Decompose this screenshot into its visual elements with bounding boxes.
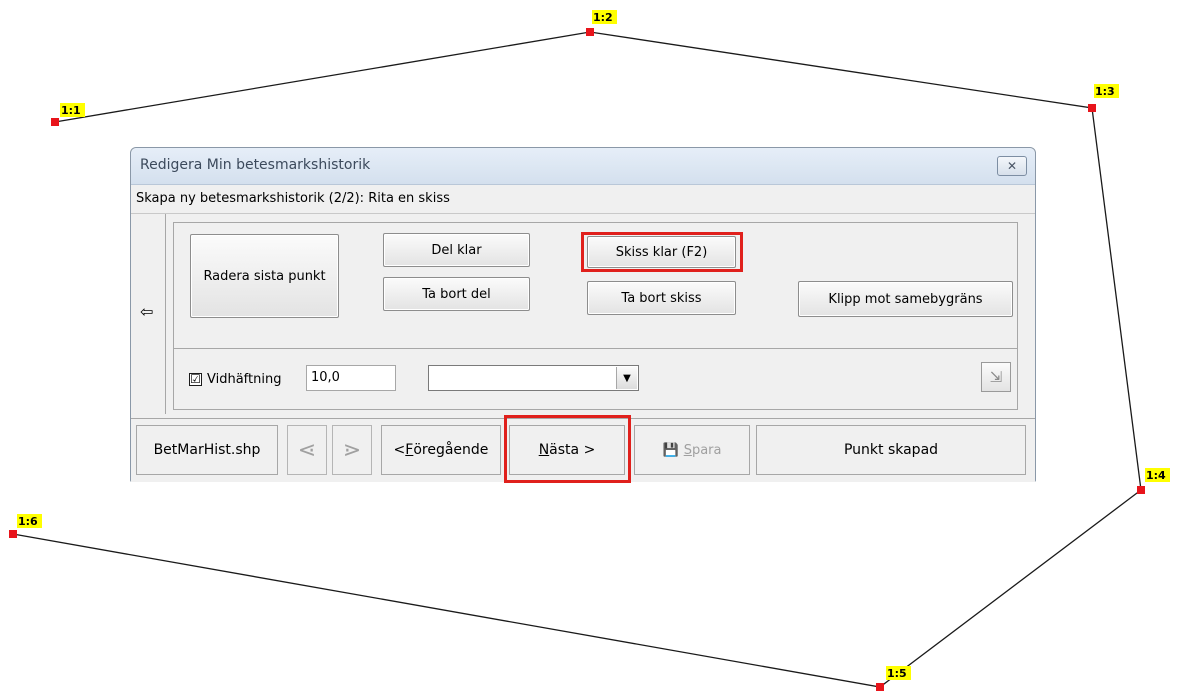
snapping-tolerance-value: 10,0 (311, 370, 340, 385)
vertex-marker[interactable] (51, 118, 59, 126)
previous-label-rest: öregående (413, 442, 489, 458)
layer-name: BetMarHist.shp (153, 442, 261, 458)
next-mnemonic: N (538, 442, 550, 458)
vertex-label: 1:1 (61, 104, 81, 117)
save-mnemonic: S (683, 442, 692, 458)
snapping-tolerance-input[interactable]: 10,0 (306, 365, 396, 391)
step-text: Skapa ny betesmarkshistorik (2/2): Rita … (136, 191, 450, 206)
vertex-label: 1:2 (593, 11, 613, 24)
previous-button[interactable]: < Föregående (381, 425, 501, 475)
save-label-rest: para (691, 442, 722, 458)
remove-sketch-label: Ta bort skiss (621, 290, 702, 306)
vertex-marker[interactable] (876, 683, 884, 691)
snapping-checkbox[interactable]: ☑ (189, 373, 202, 386)
vertex-marker[interactable] (1088, 104, 1096, 112)
check-mark: ☑ (190, 372, 201, 386)
arrow-left-icon: ⇦ (140, 302, 154, 321)
delete-last-point-button[interactable]: Radera sista punkt (190, 234, 339, 318)
step-header: Skapa ny betesmarkshistorik (2/2): Rita … (131, 185, 1035, 214)
sketch-done-label: Skiss klar (F2) (615, 244, 708, 260)
vertex-marker[interactable] (1137, 486, 1145, 494)
remove-sketch-button[interactable]: Ta bort skiss (587, 281, 736, 315)
export-icon: ⇲ (989, 368, 1003, 386)
remove-part-label: Ta bort del (422, 286, 491, 302)
close-icon: ✕ (1006, 159, 1018, 173)
vertex-marker[interactable] (586, 28, 594, 36)
title-bar: Redigera Min betesmarkshistorik ✕ (131, 148, 1035, 185)
vertex-label: 1:6 (18, 515, 38, 528)
export-button[interactable]: ⇲ (981, 362, 1011, 392)
arrow-back-icon: ⋖ (297, 437, 317, 463)
back-strip[interactable]: ⇦ (131, 214, 166, 414)
vertex-label: 1:3 (1095, 85, 1115, 98)
previous-prefix: < (393, 442, 406, 458)
dialog-title: Redigera Min betesmarkshistorik (140, 157, 371, 173)
save-button[interactable]: 💾 Spara (634, 425, 750, 475)
part-done-label: Del klar (431, 242, 482, 258)
nav-back-button[interactable]: ⋖ (287, 425, 327, 475)
layer-name-cell: BetMarHist.shp (136, 425, 278, 475)
vertex-marker[interactable] (9, 530, 17, 538)
clip-boundary-button[interactable]: Klipp mot samebygräns (798, 281, 1013, 317)
remove-part-button[interactable]: Ta bort del (383, 277, 530, 311)
footer-bar: BetMarHist.shp ⋖ ⋗ < Föregående Nästa > … (131, 415, 1035, 483)
close-button[interactable]: ✕ (997, 156, 1027, 176)
status-cell: Punkt skapad (756, 425, 1026, 475)
vertex-label: 1:5 (887, 667, 907, 680)
layer-select[interactable]: ▼ (428, 365, 639, 391)
edit-dialog: Redigera Min betesmarkshistorik ✕ Skapa … (130, 147, 1036, 483)
chevron-down-icon[interactable]: ▼ (616, 367, 637, 389)
floppy-icon: 💾 (662, 442, 679, 458)
panel-divider (173, 348, 1018, 349)
vertex-label: 1:4 (1146, 469, 1166, 482)
status-text: Punkt skapad (843, 442, 939, 458)
part-done-button[interactable]: Del klar (383, 233, 530, 267)
clip-boundary-label: Klipp mot samebygräns (828, 291, 983, 307)
next-label-rest: ästa > (549, 442, 596, 458)
next-button[interactable]: Nästa > (509, 425, 625, 475)
snapping-label: Vidhäftning (207, 372, 282, 387)
delete-last-point-label: Radera sista punkt (203, 268, 326, 284)
previous-mnemonic: F (405, 442, 414, 458)
sketch-done-button[interactable]: Skiss klar (F2) (587, 236, 736, 268)
arrow-forward-icon: ⋗ (342, 437, 362, 463)
nav-forward-button[interactable]: ⋗ (332, 425, 372, 475)
